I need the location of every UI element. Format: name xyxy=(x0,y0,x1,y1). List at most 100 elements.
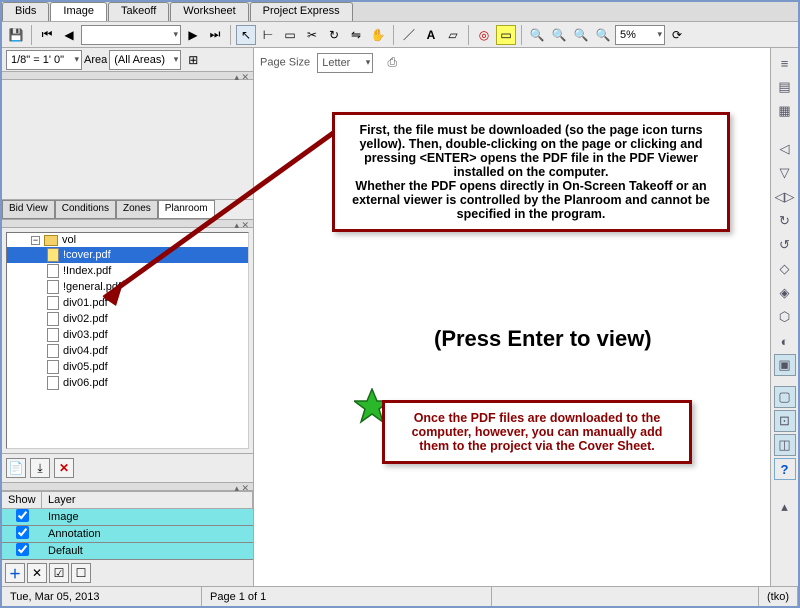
layers-collapse-icon[interactable]: ▴ ✕ xyxy=(2,483,253,491)
rt-rotate-ccw-icon[interactable]: ↺ xyxy=(774,234,796,256)
add-page-icon[interactable]: 📄 xyxy=(6,458,26,478)
tree-file[interactable]: div04.pdf xyxy=(7,343,248,359)
tree-file[interactable]: div02.pdf xyxy=(7,311,248,327)
collapse-icon[interactable]: − xyxy=(31,236,40,245)
layer-checkbox[interactable] xyxy=(2,526,42,542)
highlight-icon[interactable]: ▭ xyxy=(496,25,516,45)
select-area-icon[interactable]: ▭ xyxy=(280,25,300,45)
rt-view2-icon[interactable]: ▢ xyxy=(774,386,796,408)
file-label: div05.pdf xyxy=(63,361,108,373)
rt-shape1-icon[interactable]: ◇ xyxy=(774,258,796,280)
tree-file[interactable]: div05.pdf xyxy=(7,359,248,375)
zoom-window-icon[interactable]: 🔍 xyxy=(593,25,613,45)
side-tab-planroom[interactable]: Planroom xyxy=(158,200,215,219)
layer-checkbox[interactable] xyxy=(2,543,42,559)
pan-icon[interactable]: ✋ xyxy=(368,25,388,45)
rt-grid-icon[interactable]: ▦ xyxy=(774,100,796,122)
dimension-icon[interactable]: ⊢ xyxy=(258,25,278,45)
print-icon[interactable]: ⎙ xyxy=(382,52,402,72)
delete-icon[interactable]: ✕ xyxy=(54,458,74,478)
rt-shape2-icon[interactable]: ◈ xyxy=(774,282,796,304)
area-combo[interactable]: (All Areas) xyxy=(109,50,181,70)
layer-row[interactable]: Image xyxy=(2,509,253,526)
side-panel: 1/8" = 1' 0" Area (All Areas) ⊞ ▴ ✕ Bid … xyxy=(2,48,254,586)
tab-takeoff[interactable]: Takeoff xyxy=(108,2,169,21)
zoom-combo[interactable]: 5% xyxy=(615,25,665,45)
rt-rotate-cw-icon[interactable]: ↻ xyxy=(774,210,796,232)
tree-collapse-icon[interactable]: ▴ ✕ xyxy=(2,220,253,228)
cursor-icon[interactable]: ↖ xyxy=(236,25,256,45)
zoom-out-icon[interactable]: 🔍 xyxy=(571,25,591,45)
nav-last-icon[interactable]: ⏭ xyxy=(205,25,225,45)
layer-checkbox[interactable] xyxy=(2,509,42,525)
layer-uncheckall-icon[interactable]: ☐ xyxy=(71,563,91,583)
download-icon[interactable]: ⤓ xyxy=(30,458,50,478)
nav-first-icon[interactable]: ⏮ xyxy=(37,25,57,45)
rotate-icon[interactable]: ↻ xyxy=(324,25,344,45)
tree-file[interactable]: !Index.pdf xyxy=(7,263,248,279)
nav-prev-icon[interactable]: ◀ xyxy=(59,25,79,45)
rt-flip-h-icon[interactable]: ◁ xyxy=(774,138,796,160)
text-icon[interactable]: A xyxy=(421,25,441,45)
page-combo[interactable] xyxy=(81,25,181,45)
line-icon[interactable]: ／ xyxy=(399,25,419,45)
zoom-fit-icon[interactable]: 🔍 xyxy=(527,25,547,45)
callout-download-text: First, the file must be downloaded (so t… xyxy=(349,123,713,221)
layer-row[interactable]: Default xyxy=(2,543,253,560)
layers-col-layer: Layer xyxy=(42,492,253,508)
area-tool-icon[interactable]: ⊞ xyxy=(183,50,203,70)
page-size-combo[interactable]: Letter xyxy=(317,53,373,73)
rt-view4-icon[interactable]: ◫ xyxy=(774,434,796,456)
layer-add-icon[interactable]: ＋ xyxy=(5,563,25,583)
tree-file[interactable]: !cover.pdf xyxy=(7,247,248,263)
tab-project-express[interactable]: Project Express xyxy=(250,2,353,21)
preview-collapse-icon[interactable]: ▴ ✕ xyxy=(2,72,253,80)
tree-folder[interactable]: − vol xyxy=(7,233,248,247)
side-tab-zones[interactable]: Zones xyxy=(116,200,158,219)
rt-flip-v-icon[interactable]: ▽ xyxy=(774,162,796,184)
nav-next-icon[interactable]: ▶ xyxy=(183,25,203,45)
file-label: !general.pdf xyxy=(63,281,121,293)
flip-icon[interactable]: ⇋ xyxy=(346,25,366,45)
page-size-label: Page Size Letter ⎙ xyxy=(260,52,402,73)
zoom-in-icon[interactable]: 🔍 xyxy=(549,25,569,45)
layer-delete-icon[interactable]: ✕ xyxy=(27,563,47,583)
eraser-icon[interactable]: ▱ xyxy=(443,25,463,45)
file-label: div02.pdf xyxy=(63,313,108,325)
file-icon xyxy=(47,360,59,374)
side-tab-conditions[interactable]: Conditions xyxy=(55,200,116,219)
file-icon xyxy=(47,248,59,262)
rt-shape3-icon[interactable]: ⬡ xyxy=(774,306,796,328)
canvas-area[interactable]: Page Size Letter ⎙ First, the file must … xyxy=(254,48,770,586)
scale-combo[interactable]: 1/8" = 1' 0" xyxy=(6,50,82,70)
tree-file[interactable]: div06.pdf xyxy=(7,375,248,391)
layer-row[interactable]: Annotation xyxy=(2,526,253,543)
rt-help-icon[interactable]: ? xyxy=(774,458,796,480)
save-icon[interactable]: 💾 xyxy=(6,25,26,45)
rt-layers-icon[interactable]: ≡ xyxy=(774,52,796,74)
layer-name: Default xyxy=(42,543,253,559)
rt-view3-icon[interactable]: ⊡ xyxy=(774,410,796,432)
side-tab-bidview[interactable]: Bid View xyxy=(2,200,55,219)
rt-mirror-icon[interactable]: ◁▷ xyxy=(774,186,796,208)
tab-image[interactable]: Image xyxy=(50,2,107,21)
target-icon[interactable]: ◎ xyxy=(474,25,494,45)
file-label: div01.pdf xyxy=(63,297,108,309)
callout-download: First, the file must be downloaded (so t… xyxy=(332,112,730,232)
area-label: Area xyxy=(84,54,107,66)
folder-label: vol xyxy=(62,234,76,246)
crop-icon[interactable]: ✂ xyxy=(302,25,322,45)
rt-stack-icon[interactable]: ▤ xyxy=(774,76,796,98)
tab-worksheet[interactable]: Worksheet xyxy=(170,2,248,21)
file-tree[interactable]: − vol !cover.pdf!Index.pdf !general.pdf di… xyxy=(6,232,249,449)
folder-icon xyxy=(44,235,58,246)
tree-file[interactable]: div03.pdf xyxy=(7,327,248,343)
rt-view1-icon[interactable]: ▣ xyxy=(774,354,796,376)
refresh-icon[interactable]: ⟳ xyxy=(667,25,687,45)
tree-file[interactable]: div01.pdf xyxy=(7,295,248,311)
tab-bids[interactable]: Bids xyxy=(2,2,49,21)
layer-checkall-icon[interactable]: ☑ xyxy=(49,563,69,583)
rt-scroll-up-icon[interactable]: ▴ xyxy=(774,496,796,518)
tree-file[interactable]: !general.pdf xyxy=(7,279,248,295)
rt-contrast-icon[interactable]: ◐ xyxy=(774,330,796,352)
